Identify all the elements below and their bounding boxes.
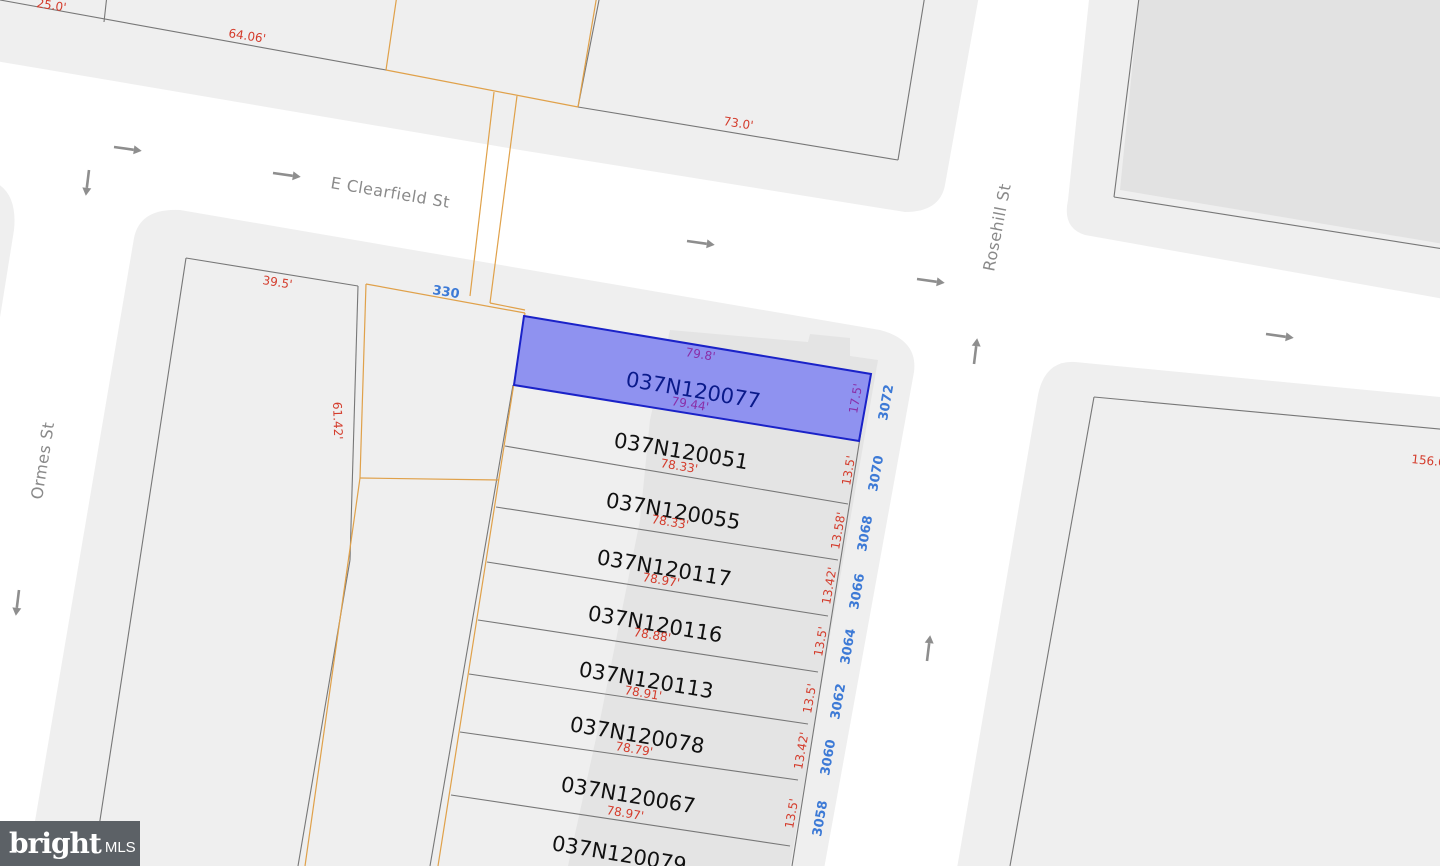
arrow-east-icon [272,171,301,181]
arrow-east-icon [1265,332,1294,342]
arrow-east-icon [916,277,945,287]
block-west [0,185,15,318]
arrow-east-icon [113,145,142,155]
map-canvas[interactable]: E Clearfield St Rosehill St Ormes St 25.… [0,0,1440,866]
street-label-ormes: Ormes St [27,420,58,500]
block-northwest [0,0,979,212]
arrow-north-icon [924,635,934,662]
arrow-north-icon [971,338,981,365]
street-label-rosehill: Rosehill St [979,182,1015,273]
brightmls-logo: bright MLS [0,821,140,866]
dimension-label: 61.42' [330,402,345,440]
arrow-south-icon [12,589,22,616]
arrow-east-icon [686,239,715,249]
arrow-south-icon [82,169,92,196]
logo-suffix-text: MLS [104,839,136,856]
block-southeast [957,361,1440,866]
parcel-map[interactable]: E Clearfield St Rosehill St Ormes St 25.… [0,0,1440,866]
street-label-clearfield: E Clearfield St [329,173,451,212]
logo-brand-text: bright [9,827,102,860]
